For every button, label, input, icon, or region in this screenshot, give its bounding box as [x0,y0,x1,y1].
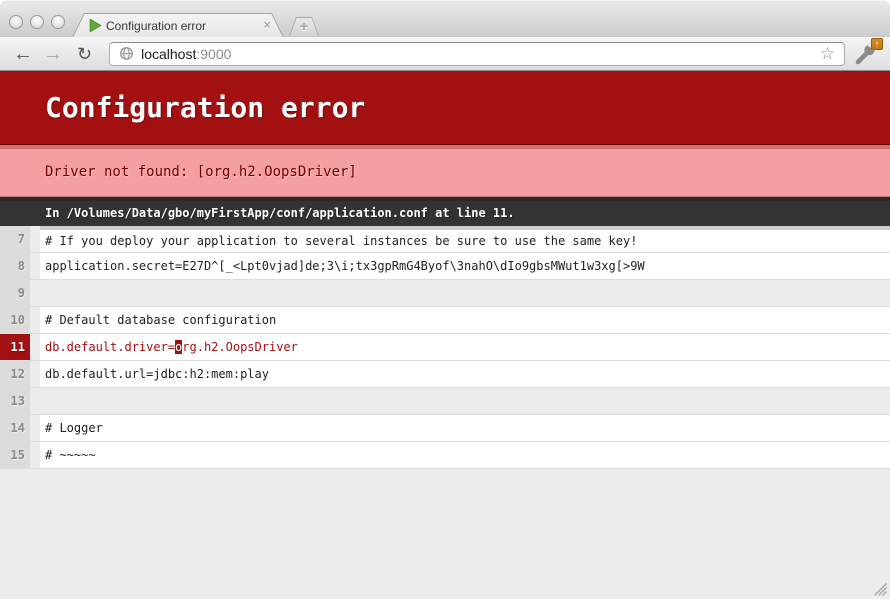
browser-toolbar: ← → ↻ localhost :9000 ☆ ↑ [0,37,890,71]
page-content: Configuration error Driver not found: [o… [0,71,890,599]
tab-configuration-error[interactable]: Configuration error × [72,13,284,38]
line-code: db.default.url=jdbc:h2:mem:play [40,361,890,388]
address-bar[interactable]: localhost :9000 ☆ [109,42,845,66]
reload-button[interactable]: ↻ [77,45,92,63]
source-line-row: 11 db.default.driver=org.h2.OopsDriver [0,334,890,361]
browser-window: Configuration error × + ← → ↻ localhost … [0,0,890,599]
window-close-button[interactable] [9,15,23,29]
line-code: db.default.driver=org.h2.OopsDriver [40,334,890,361]
window-minimize-button[interactable] [30,15,44,29]
window-titlebar[interactable]: Configuration error × + [0,0,890,37]
line-code: # ~~~~~ [40,442,890,469]
url-port: :9000 [196,46,231,62]
url-host: localhost [141,46,196,62]
line-number: 11 [0,334,30,361]
line-number: 8 [0,253,30,280]
site-globe-icon [119,46,134,61]
line-number: 15 [0,442,30,469]
source-lines: 7 # If you deploy your application to sev… [0,226,890,469]
plus-icon: + [289,18,319,34]
play-framework-favicon-icon [89,19,102,32]
tab-close-icon[interactable]: × [263,17,271,32]
line-number: 12 [0,361,30,388]
source-line-row: 8 application.secret=E27D^[_<Lpt0vjad]de;… [0,253,890,280]
bookmark-star-icon[interactable]: ☆ [820,45,835,62]
error-detail: Driver not found: [org.h2.OopsDriver] [0,145,890,197]
line-code: # If you deploy your application to seve… [40,226,890,253]
new-tab-button[interactable]: + [289,17,319,36]
source-line-row: 15 # ~~~~~ [0,442,890,469]
window-zoom-button[interactable] [51,15,65,29]
line-code: # Default database configuration [40,307,890,334]
source-line-row: 9 [0,280,890,307]
window-controls [9,15,65,29]
source-line-row: 12 db.default.url=jdbc:h2:mem:play [0,361,890,388]
line-code: # Logger [40,415,890,442]
update-badge: ↑ [871,38,883,50]
line-number: 13 [0,388,30,415]
source-line-row: 13 [0,388,890,415]
source-line-row: 7 # If you deploy your application to sev… [0,226,890,253]
resize-grip-icon[interactable] [874,583,887,596]
tab-title: Configuration error [106,19,206,33]
line-number: 14 [0,415,30,442]
source-line-row: 14 # Logger [0,415,890,442]
source-location: In /Volumes/Data/gbo/myFirstApp/conf/app… [0,197,890,226]
line-number: 10 [0,307,30,334]
line-number: 7 [0,226,30,253]
page-title: Configuration error [0,71,890,145]
menu-wrench-button[interactable]: ↑ [854,41,882,67]
line-number: 9 [0,280,30,307]
back-button[interactable]: ← [13,44,33,64]
forward-button[interactable]: → [43,44,63,64]
line-code: application.secret=E27D^[_<Lpt0vjad]de;3… [40,253,890,280]
source-line-row: 10 # Default database configuration [0,307,890,334]
